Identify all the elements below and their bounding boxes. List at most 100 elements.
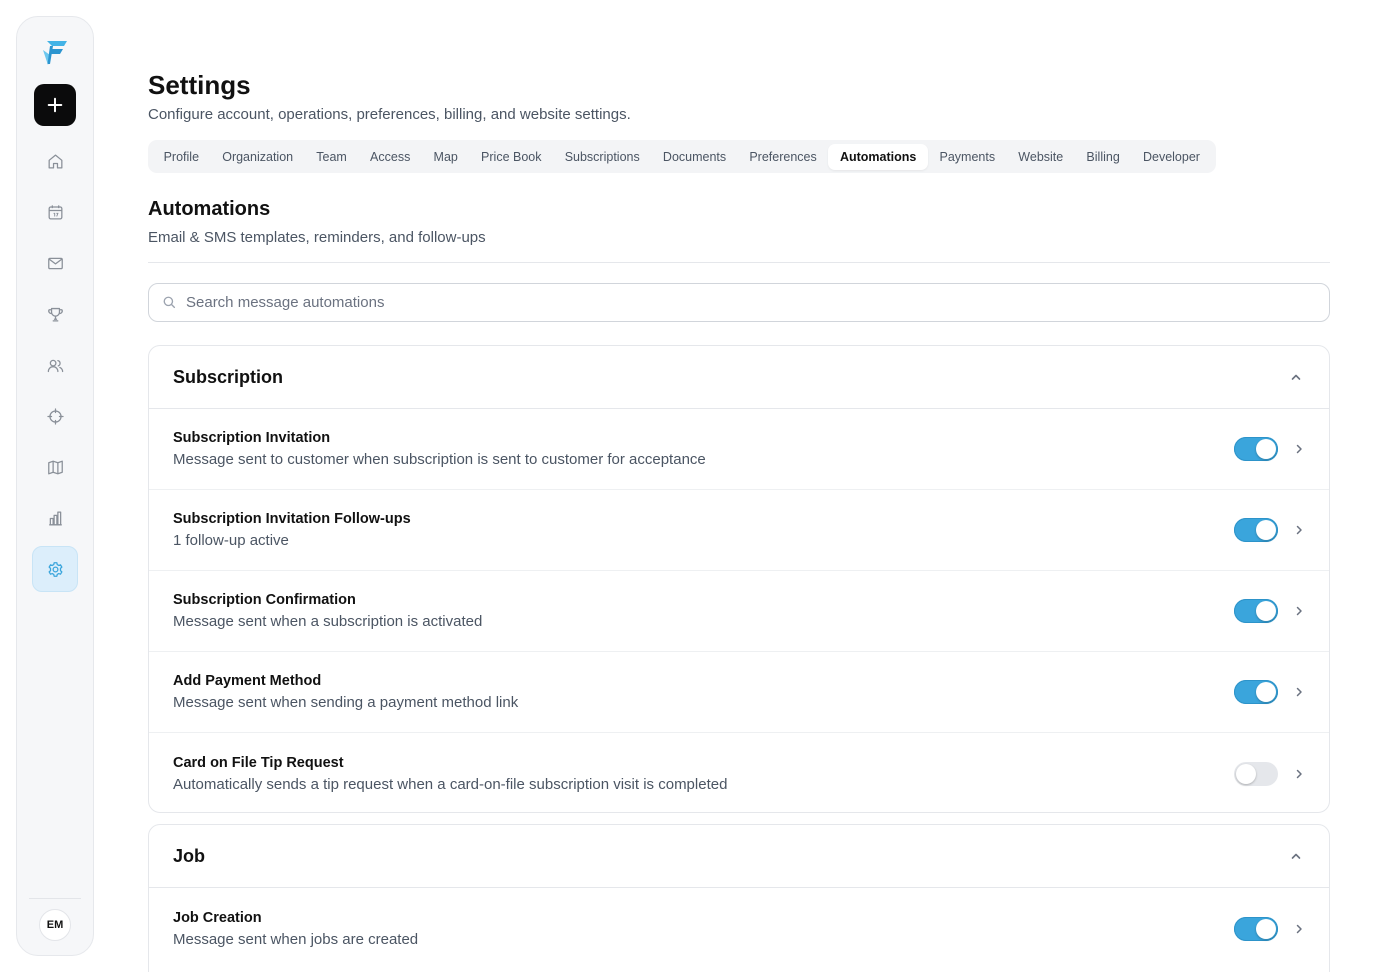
tab-team[interactable]: Team bbox=[305, 144, 359, 170]
tab-automations[interactable]: Automations bbox=[828, 143, 928, 170]
automation-toggle[interactable] bbox=[1234, 437, 1278, 461]
tab-subscriptions[interactable]: Subscriptions bbox=[553, 144, 651, 170]
automation-list: Job Creation Message sent when jobs are c… bbox=[149, 888, 1329, 969]
automation-title: Subscription Invitation bbox=[173, 430, 331, 446]
toggle-knob bbox=[1256, 682, 1276, 702]
search-icon bbox=[163, 296, 176, 309]
chevron-right-icon[interactable] bbox=[1293, 443, 1305, 455]
automation-toggle[interactable] bbox=[1234, 680, 1278, 704]
user-avatar[interactable]: EM bbox=[39, 909, 71, 941]
settings-tabs: Profile Organization Team Access Map Price Bo… bbox=[148, 140, 1216, 173]
tab-developer[interactable]: Developer bbox=[1131, 144, 1211, 170]
automation-actions bbox=[1234, 680, 1305, 704]
gear-icon bbox=[48, 561, 62, 577]
group-card-job: Job Job Creation Message sent when jobs a… bbox=[148, 824, 1330, 972]
section-title: Automations bbox=[148, 198, 271, 220]
automation-text: Job Creation Message sent when jobs are c… bbox=[173, 910, 418, 948]
automation-actions bbox=[1234, 599, 1305, 623]
tab-preferences[interactable]: Preferences bbox=[738, 144, 829, 170]
page-title: Settings bbox=[148, 70, 251, 100]
automation-description: Automatically sends a tip request when a… bbox=[173, 775, 728, 793]
section-subtitle: Email & SMS templates, reminders, and fo… bbox=[148, 229, 486, 246]
automation-title: Add Payment Method bbox=[173, 673, 322, 689]
group-title: Job bbox=[173, 845, 206, 866]
automation-row[interactable]: Card on File Tip Request Automatically se… bbox=[149, 733, 1329, 814]
group-title: Subscription bbox=[173, 366, 284, 387]
group-card-subscription: Subscription Subscription Invitation Mess… bbox=[148, 345, 1330, 813]
automation-title: Subscription Invitation Follow-ups bbox=[173, 511, 411, 527]
toggle-knob bbox=[1256, 601, 1276, 621]
automation-text: Add Payment Method Message sent when send… bbox=[173, 673, 518, 711]
automation-description: Message sent to customer when subscripti… bbox=[173, 451, 706, 468]
chevron-right-icon[interactable] bbox=[1293, 605, 1305, 617]
automation-title: Job Creation bbox=[173, 909, 262, 926]
chevron-right-icon[interactable] bbox=[1293, 524, 1305, 536]
group-header[interactable]: Job bbox=[149, 825, 1329, 888]
automation-actions bbox=[1234, 916, 1305, 941]
section-divider bbox=[148, 262, 1330, 263]
automation-toggle[interactable] bbox=[1234, 916, 1278, 941]
add-button[interactable] bbox=[34, 84, 76, 126]
automation-row[interactable]: Add Payment Method Message sent when send… bbox=[149, 652, 1329, 733]
users-icon bbox=[47, 359, 63, 372]
automation-row[interactable]: Subscription Invitation Follow-ups 1 foll… bbox=[149, 490, 1329, 571]
tab-access[interactable]: Access bbox=[358, 144, 421, 170]
sidebar-item-settings[interactable] bbox=[32, 546, 78, 592]
sidebar: EM bbox=[16, 16, 94, 956]
chevron-right-icon[interactable] bbox=[1293, 923, 1305, 935]
calendar-icon bbox=[48, 204, 62, 219]
tab-profile[interactable]: Profile bbox=[152, 144, 211, 170]
crosshair-icon bbox=[46, 407, 64, 425]
chevron-right-icon[interactable] bbox=[1293, 686, 1305, 698]
sidebar-divider bbox=[29, 898, 81, 899]
tab-payments[interactable]: Payments bbox=[928, 144, 1007, 170]
sidebar-item-reports[interactable] bbox=[32, 495, 78, 541]
automation-row[interactable]: Job Creation Message sent when jobs are c… bbox=[149, 888, 1329, 969]
search-box[interactable] bbox=[148, 283, 1330, 322]
automation-row[interactable]: Subscription Confirmation Message sent wh… bbox=[149, 571, 1329, 652]
tab-organization[interactable]: Organization bbox=[211, 144, 305, 170]
sidebar-item-home[interactable] bbox=[32, 138, 78, 184]
automation-description: 1 follow-up active bbox=[173, 532, 289, 549]
toggle-knob bbox=[1236, 763, 1256, 784]
chevron-up-icon[interactable] bbox=[1289, 849, 1303, 863]
automation-actions bbox=[1234, 518, 1305, 542]
search-input[interactable] bbox=[186, 294, 1329, 311]
automation-description: Message sent when a subscription is acti… bbox=[173, 613, 483, 630]
brand-logo[interactable] bbox=[38, 35, 72, 69]
plus-icon bbox=[47, 97, 63, 113]
sidebar-item-users[interactable] bbox=[32, 342, 78, 388]
chevron-right-icon[interactable] bbox=[1293, 768, 1305, 780]
mail-icon bbox=[47, 257, 63, 269]
automation-toggle[interactable] bbox=[1234, 599, 1278, 623]
automation-actions bbox=[1234, 437, 1305, 461]
sidebar-item-calendar[interactable] bbox=[32, 189, 78, 235]
automation-description: Message sent when jobs are created bbox=[173, 930, 419, 948]
automation-toggle[interactable] bbox=[1234, 518, 1278, 542]
bar-chart-icon bbox=[48, 511, 62, 525]
toggle-knob bbox=[1256, 439, 1276, 459]
map-icon bbox=[47, 460, 63, 474]
automation-toggle[interactable] bbox=[1234, 761, 1278, 786]
chevron-up-icon[interactable] bbox=[1289, 370, 1303, 384]
toggle-knob bbox=[1256, 520, 1276, 540]
sidebar-item-map[interactable] bbox=[32, 444, 78, 490]
automation-list: Subscription Invitation Message sent to c… bbox=[149, 409, 1329, 814]
automation-title: Subscription Confirmation bbox=[173, 592, 356, 608]
sidebar-item-mail[interactable] bbox=[32, 240, 78, 286]
sidebar-item-trophy[interactable] bbox=[32, 291, 78, 337]
automation-actions bbox=[1234, 761, 1305, 786]
automation-title: Card on File Tip Request bbox=[173, 754, 344, 771]
trophy-icon bbox=[47, 307, 63, 321]
tab-price-book[interactable]: Price Book bbox=[469, 144, 553, 170]
page-subtitle: Configure account, operations, preferenc… bbox=[148, 106, 631, 123]
automation-row[interactable]: Subscription Invitation Message sent to c… bbox=[149, 409, 1329, 490]
sidebar-item-targets[interactable] bbox=[32, 393, 78, 439]
tab-billing[interactable]: Billing bbox=[1075, 144, 1132, 170]
group-header[interactable]: Subscription bbox=[149, 346, 1329, 409]
home-icon bbox=[48, 154, 62, 168]
automation-text: Subscription Confirmation Message sent wh… bbox=[173, 592, 482, 630]
tab-documents[interactable]: Documents bbox=[651, 144, 737, 170]
tab-website[interactable]: Website bbox=[1007, 144, 1075, 170]
tab-map[interactable]: Map bbox=[422, 144, 470, 170]
